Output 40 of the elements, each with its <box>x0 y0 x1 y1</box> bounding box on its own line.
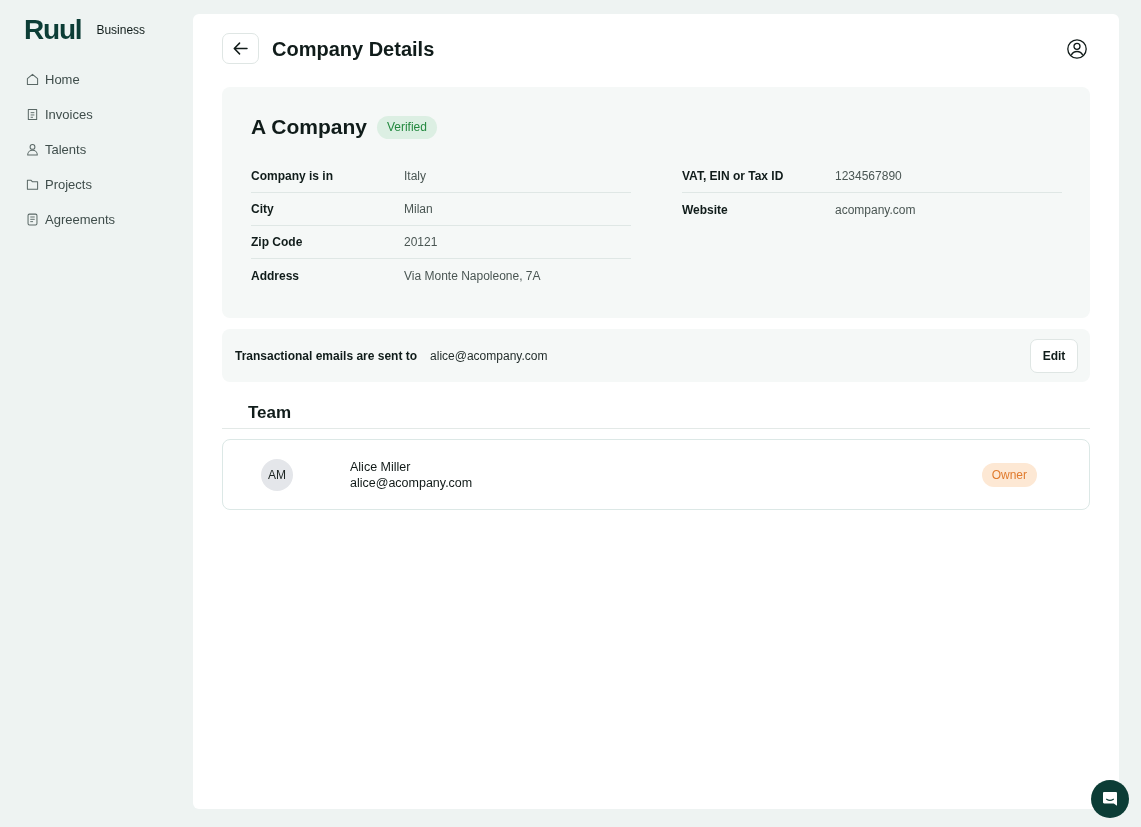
field-value: 20121 <box>404 235 438 249</box>
field-label: City <box>251 202 274 216</box>
arrow-left-icon <box>233 42 248 55</box>
field-value: Via Monte Napoleone, 7A <box>404 268 541 283</box>
avatar: AM <box>261 458 293 491</box>
field-value: Milan <box>404 202 433 216</box>
nav-item[interactable]: Invoices <box>24 97 97 132</box>
folder-icon <box>26 178 39 191</box>
nav-item[interactable]: Talents <box>24 132 91 167</box>
logo: Ruul <box>24 18 82 42</box>
member-name: Alice Miller <box>350 458 411 475</box>
chat-bubble-icon <box>1102 791 1118 807</box>
document-lines-icon <box>26 213 39 226</box>
person-icon <box>26 143 39 156</box>
section-heading: Team <box>248 403 292 422</box>
member-email: alice@acompany.com <box>350 474 473 491</box>
nav-item[interactable]: Home <box>24 62 84 97</box>
back-button[interactable] <box>222 33 259 64</box>
field-value: acompany.com <box>835 202 916 217</box>
document-icon <box>26 108 39 121</box>
house-icon <box>26 73 39 86</box>
field-label: Company is in <box>251 169 333 183</box>
field-label: Zip Code <box>251 235 303 249</box>
nav-item[interactable]: Agreements <box>24 202 120 237</box>
status-badge: Verified <box>376 115 437 139</box>
product-label: Business <box>96 22 146 38</box>
email-value: alice@acompany.com <box>430 348 548 363</box>
role-badge: Owner <box>981 462 1037 487</box>
field-value: 1234567890 <box>835 169 902 183</box>
page-title: Company Details <box>272 36 435 61</box>
chat-button[interactable] <box>1091 780 1129 818</box>
field-value: Italy <box>404 169 426 183</box>
field-label: Website <box>682 202 728 217</box>
nav-item[interactable]: Projects <box>24 167 96 202</box>
field-label: Address <box>251 268 300 283</box>
edit-button[interactable]: Edit <box>1030 338 1078 373</box>
email-label: Transactional emails are sent to <box>235 348 418 363</box>
company-name: A Company <box>251 115 367 139</box>
user-account-icon[interactable] <box>1067 38 1087 59</box>
field-label: VAT, EIN or Tax ID <box>682 169 784 183</box>
